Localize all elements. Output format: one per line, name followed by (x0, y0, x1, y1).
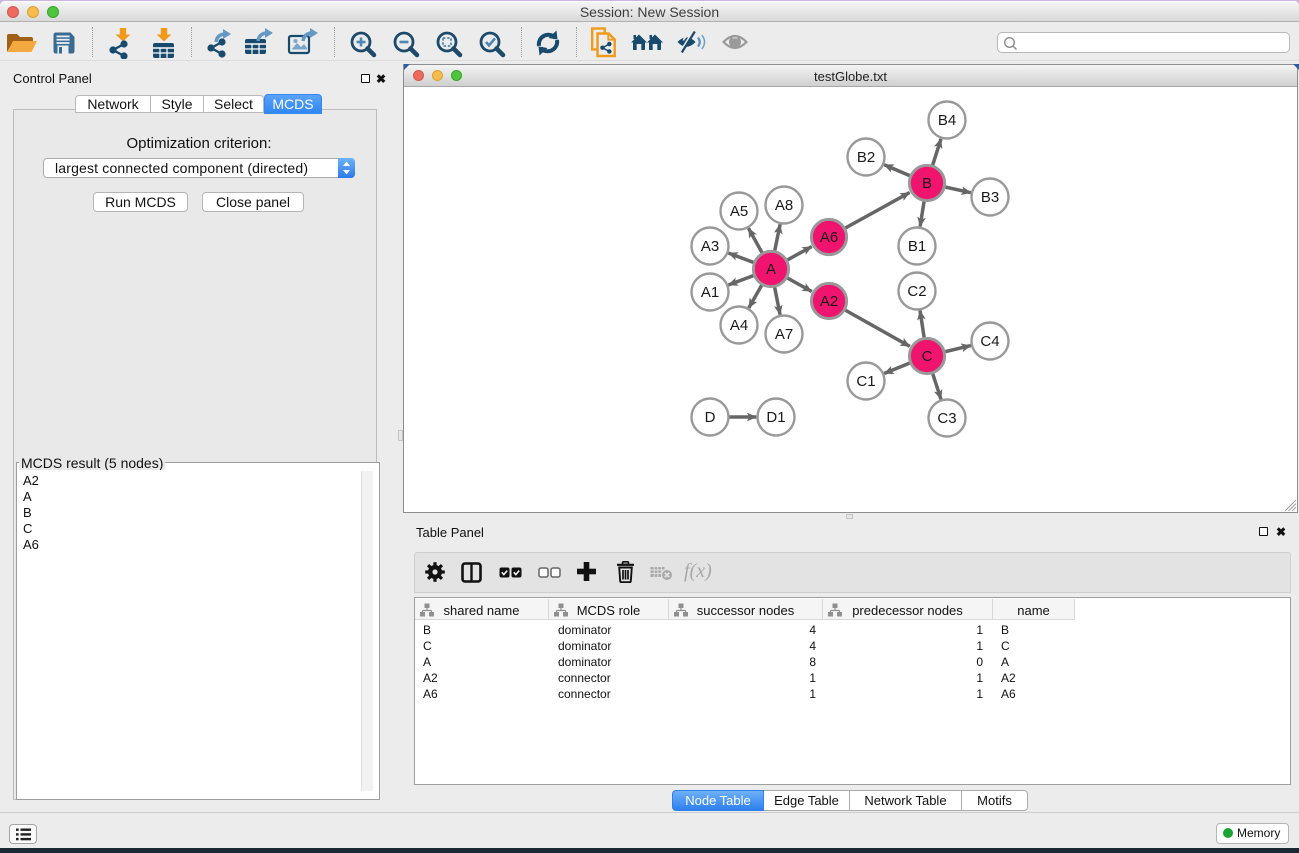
svg-text:A: A (766, 261, 776, 278)
svg-text:B1: B1 (908, 238, 926, 255)
svg-text:A4: A4 (730, 317, 748, 334)
svg-text:C1: C1 (856, 373, 875, 390)
svg-text:B4: B4 (938, 112, 956, 129)
svg-text:B2: B2 (857, 149, 875, 166)
svg-text:A8: A8 (775, 197, 793, 214)
svg-text:D: D (705, 409, 716, 426)
svg-text:B: B (922, 175, 932, 192)
svg-text:A2: A2 (820, 293, 838, 310)
svg-text:C3: C3 (937, 410, 956, 427)
svg-text:A7: A7 (775, 326, 793, 343)
svg-text:B3: B3 (981, 189, 999, 206)
svg-text:C4: C4 (980, 333, 999, 350)
svg-text:A5: A5 (730, 203, 748, 220)
svg-text:D1: D1 (766, 409, 785, 426)
svg-text:C: C (922, 348, 933, 365)
svg-text:A6: A6 (820, 229, 838, 246)
svg-text:A1: A1 (701, 284, 719, 301)
svg-text:C2: C2 (907, 283, 926, 300)
svg-text:A3: A3 (701, 238, 719, 255)
